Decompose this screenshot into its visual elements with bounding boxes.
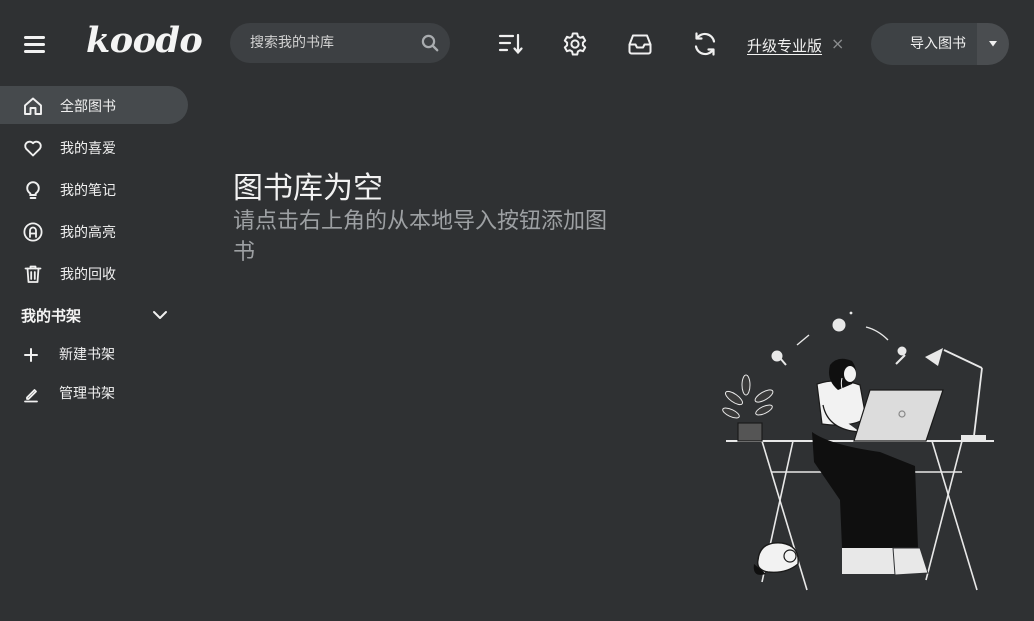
reading-person-illustration <box>722 311 994 591</box>
manage-bookshelf-button[interactable]: 管理书架 <box>0 378 188 408</box>
sidebar-item-label: 全部图书 <box>60 99 116 115</box>
app-logo: koodo <box>86 20 203 61</box>
bookshelf-section-title: 我的书架 <box>21 307 82 325</box>
import-button-group: 导入图书 <box>871 23 1009 65</box>
close-icon[interactable]: × <box>831 34 844 53</box>
menu-toggle-icon[interactable] <box>22 33 48 55</box>
sidebar-item-favorites[interactable]: 我的喜爱 <box>0 128 188 166</box>
plus-icon <box>24 348 38 362</box>
sidebar-item-label: 我的高亮 <box>60 225 116 241</box>
upgrade-pro-link[interactable]: 升级专业版 <box>747 35 822 56</box>
sync-icon[interactable] <box>691 30 719 58</box>
import-dropdown-button[interactable] <box>977 23 1009 65</box>
empty-library-hint: 请点击右上角的从本地导入按钮添加图书 <box>233 209 608 265</box>
new-bookshelf-button[interactable]: 新建书架 <box>0 339 188 369</box>
search-input[interactable] <box>230 23 450 63</box>
pencil-icon <box>24 389 38 403</box>
sidebar-item-label: 我的喜爱 <box>60 141 116 157</box>
sidebar-item-highlights[interactable]: 我的高亮 <box>0 212 188 250</box>
shelf-item-label: 新建书架 <box>59 347 115 363</box>
sidebar-item-all-books[interactable]: 全部图书 <box>0 86 188 124</box>
highlight-icon <box>23 222 43 242</box>
sort-icon[interactable] <box>497 30 525 58</box>
heart-icon <box>24 140 42 157</box>
bookshelf-section-toggle[interactable]: 我的书架 <box>0 302 188 330</box>
shelf-item-label: 管理书架 <box>59 386 115 402</box>
sidebar: 全部图书 我的喜爱 我的笔记 我的高亮 我的回收 我的书架 新建书架 管理书架 <box>0 86 190 621</box>
inbox-icon[interactable] <box>626 30 654 58</box>
trash-icon <box>24 265 42 283</box>
sidebar-item-label: 我的笔记 <box>60 183 116 199</box>
top-bar: koodo 搜索我的书库 升级专业版 × 导入图书 <box>0 0 1034 88</box>
settings-gear-icon[interactable] <box>561 30 589 58</box>
empty-library-title: 图书库为空 <box>233 171 383 206</box>
home-icon <box>24 97 42 115</box>
sidebar-item-notes[interactable]: 我的笔记 <box>0 170 188 208</box>
caret-down-icon <box>989 41 997 47</box>
lightbulb-icon <box>26 181 40 199</box>
sidebar-item-trash[interactable]: 我的回收 <box>0 254 188 292</box>
import-books-button[interactable]: 导入图书 <box>871 23 977 65</box>
search-icon[interactable] <box>420 33 440 53</box>
sidebar-item-label: 我的回收 <box>60 267 116 283</box>
chevron-down-icon <box>153 311 167 319</box>
search-container <box>230 23 450 63</box>
